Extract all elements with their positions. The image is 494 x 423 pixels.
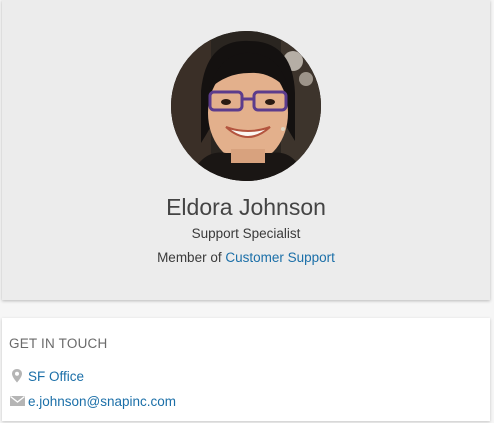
profile-page: Eldora Johnson Support Specialist Member… [0, 0, 494, 423]
contact-heading: GET IN TOUCH [9, 336, 108, 351]
job-title: Support Specialist [191, 226, 301, 241]
team-membership: Member of Customer Support [2, 249, 490, 267]
profile-name: Eldora Johnson [166, 194, 326, 220]
email-link[interactable]: e.johnson@snapinc.com [28, 394, 176, 409]
team-link[interactable]: Customer Support [225, 250, 335, 265]
avatar [171, 31, 321, 181]
envelope-icon [9, 393, 27, 409]
contact-card: GET IN TOUCH SF Office e.johnson@snapinc… [2, 318, 490, 421]
avatar-photo [171, 31, 321, 181]
member-prefix: Member of [157, 250, 222, 265]
office-link[interactable]: SF Office [28, 369, 84, 384]
email-row: e.johnson@snapinc.com [9, 392, 176, 410]
location-pin-icon [9, 368, 27, 384]
profile-card: Eldora Johnson Support Specialist Member… [2, 0, 490, 300]
office-row: SF Office [9, 367, 84, 385]
